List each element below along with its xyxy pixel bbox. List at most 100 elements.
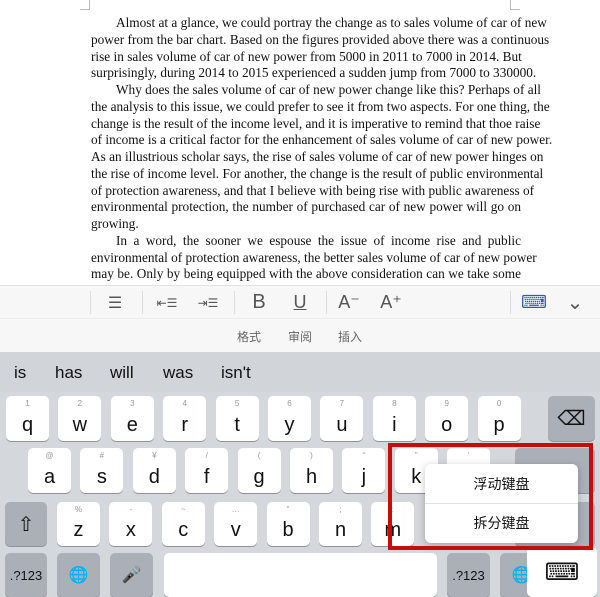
- document-line: environmental protection, the number of …: [91, 199, 521, 215]
- suggestion-item[interactable]: isn't: [221, 363, 251, 383]
- key-char: o: [441, 414, 453, 436]
- key-char: t: [234, 414, 240, 436]
- document-line: the analysis to this issue, we could pre…: [91, 98, 550, 114]
- key-secondary-char: #: [99, 451, 105, 460]
- bold-icon[interactable]: B: [242, 286, 276, 319]
- key-char: p: [493, 414, 505, 436]
- key-a[interactable]: @ a: [28, 448, 71, 493]
- key-d[interactable]: ¥ d: [132, 448, 176, 493]
- key-j[interactable]: “j: [342, 448, 386, 493]
- key-secondary-char: 9: [444, 399, 449, 408]
- backspace-key[interactable]: ⌫: [548, 396, 595, 441]
- key-secondary-char: @: [45, 451, 54, 460]
- suggestion-item[interactable]: will: [110, 363, 134, 383]
- suggestion-bar: is has will was isn't: [0, 352, 600, 392]
- document-line: growing.: [91, 216, 139, 231]
- document-line: As an illustrious scholar says, the rise…: [91, 149, 544, 164]
- key-secondary-char: ~: [180, 505, 186, 514]
- key-u[interactable]: 7u: [320, 396, 364, 441]
- key-secondary-char: 4: [182, 399, 187, 408]
- key-i[interactable]: 8i: [372, 396, 416, 441]
- numbers-key-right[interactable]: .?123: [447, 553, 490, 597]
- key-secondary-char: 8: [392, 399, 397, 408]
- key-secondary-char: 7: [339, 399, 345, 408]
- key-char: j: [361, 466, 367, 488]
- key-char: n: [334, 519, 347, 541]
- tab-format[interactable]: 格式: [229, 328, 269, 345]
- document-line: environmental of protection awareness, t…: [91, 249, 537, 265]
- divider: [326, 291, 327, 314]
- document-line: In a word, the sooner we espouse the iss…: [116, 232, 521, 248]
- divider: [234, 291, 235, 314]
- key-char: q: [21, 414, 34, 436]
- document-line: Why does the sales volume of car of new …: [116, 82, 541, 97]
- suggestion-item[interactable]: was: [163, 363, 193, 383]
- microphone-icon[interactable]: 🎤: [110, 553, 153, 597]
- key-char: h: [305, 466, 318, 488]
- key-v[interactable]: … v: [214, 502, 258, 546]
- indent-icon[interactable]: ⇥☰: [191, 286, 225, 319]
- key-secondary-char: …: [231, 505, 240, 514]
- key-p[interactable]: 0p: [477, 396, 521, 441]
- page-corner-mark: [510, 0, 520, 10]
- key-z[interactable]: % z: [57, 502, 100, 546]
- keyboard-icon[interactable]: ⌨: [517, 286, 551, 319]
- key-y[interactable]: 6y: [268, 396, 311, 441]
- document-line: of income is a critical factor for the e…: [91, 132, 553, 148]
- key-b[interactable]: " b: [266, 502, 310, 546]
- tab-review[interactable]: 审阅: [280, 328, 320, 345]
- key-secondary-char: 3: [130, 399, 135, 408]
- key-q[interactable]: 1q: [6, 396, 49, 441]
- key-n[interactable]: ; n: [319, 502, 362, 546]
- key-f[interactable]: / f: [185, 448, 229, 493]
- key-char: v: [230, 519, 241, 541]
- key-r[interactable]: 4r: [163, 396, 207, 441]
- globe-icon[interactable]: 🌐: [57, 553, 100, 597]
- dismiss-keyboard-icon[interactable]: ⌨: [527, 547, 597, 597]
- format-toolbar: ☰ ⇤☰ ⇥☰ B U A⁻ A⁺ ⌨ ⌄: [0, 285, 600, 318]
- divider: [510, 291, 511, 314]
- font-larger-icon[interactable]: A⁺: [374, 286, 408, 319]
- key-t[interactable]: 5t: [215, 396, 259, 441]
- shift-key[interactable]: ⇧: [5, 502, 47, 546]
- suggestion-item[interactable]: has: [55, 363, 82, 383]
- key-h[interactable]: ) h: [290, 448, 333, 493]
- space-key[interactable]: [164, 553, 437, 597]
- key-char: x: [125, 519, 136, 541]
- divider: [90, 291, 91, 314]
- key-char: z: [73, 519, 84, 541]
- key-secondary-char: 6: [287, 399, 292, 408]
- bullet-list-icon[interactable]: ☰: [98, 286, 132, 319]
- key-char: i: [392, 414, 397, 436]
- document-line: of protection awareness, and that I beli…: [91, 182, 535, 198]
- key-secondary-char: 2: [77, 399, 83, 408]
- document-area[interactable]: Almost at a glance, we could portray the…: [0, 0, 600, 285]
- font-smaller-icon[interactable]: A⁻: [332, 286, 366, 319]
- document-line: change is the result of the income level…: [91, 115, 541, 131]
- key-char: g: [253, 466, 265, 488]
- key-o[interactable]: 9o: [425, 396, 469, 441]
- chevron-down-icon[interactable]: ⌄: [558, 286, 592, 319]
- document-line: the rise of income level. For another, t…: [91, 165, 544, 181]
- key-c[interactable]: ~ c: [161, 502, 205, 546]
- page-corner-mark: [80, 0, 90, 10]
- suggestion-item[interactable]: is: [14, 363, 26, 383]
- key-e[interactable]: 3e: [110, 396, 154, 441]
- document-line: surprisingly, during 2014 to 2015 experi…: [91, 65, 537, 81]
- key-secondary-char: 1: [25, 399, 30, 408]
- numbers-key[interactable]: .?123: [5, 553, 47, 597]
- key-secondary-char: 0: [496, 399, 502, 408]
- outdent-icon[interactable]: ⇤☰: [150, 286, 184, 319]
- key-w[interactable]: 2w: [58, 396, 102, 441]
- document-line: Almost at a glance, we could portray the…: [116, 15, 547, 30]
- key-char: s: [96, 466, 107, 488]
- key-g[interactable]: (g: [237, 448, 281, 493]
- divider: [142, 291, 143, 314]
- key-secondary-char: ;: [339, 505, 342, 514]
- underline-icon[interactable]: U: [283, 286, 317, 319]
- highlight-box: [388, 443, 593, 550]
- key-x[interactable]: -x: [109, 502, 153, 546]
- tab-insert[interactable]: 插入: [330, 328, 370, 345]
- key-char: d: [148, 466, 160, 488]
- key-s[interactable]: # s: [80, 448, 124, 493]
